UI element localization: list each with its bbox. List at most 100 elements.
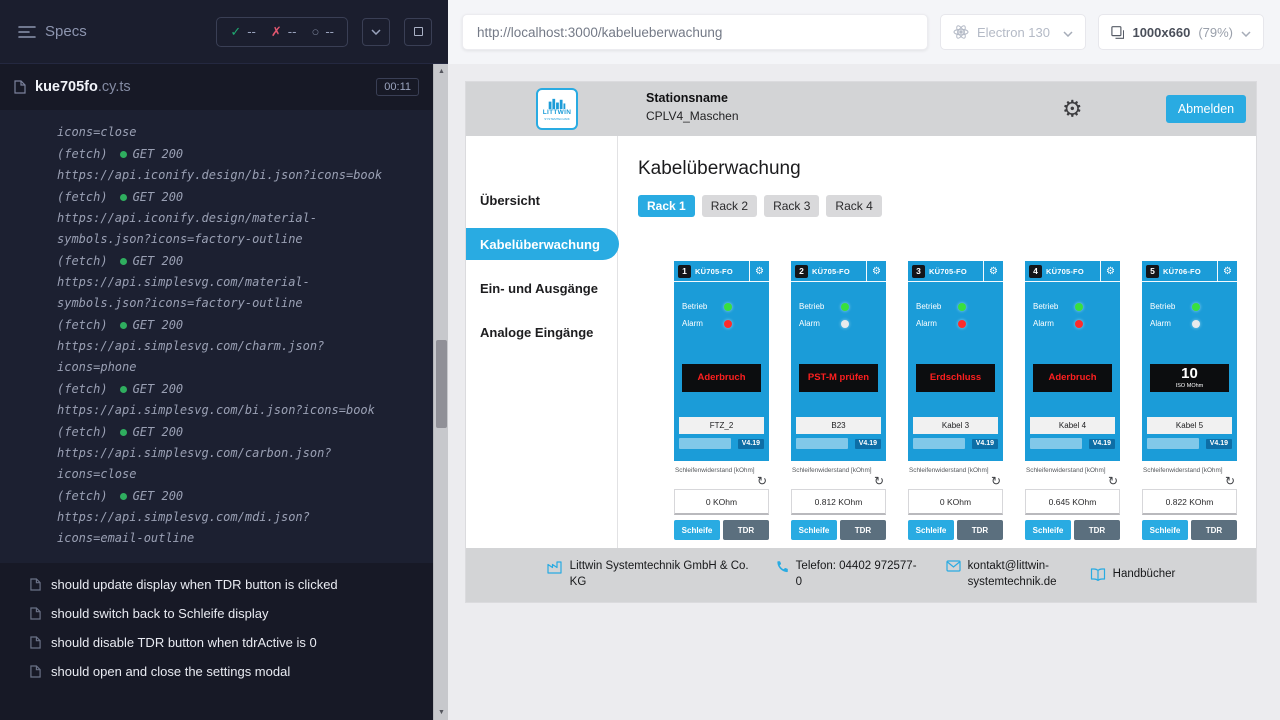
specs-menu[interactable]: Specs	[18, 23, 87, 40]
fetch-log-entry[interactable]: (fetch)GET 200 https://api.simplesvg.com…	[57, 315, 395, 378]
device-settings-button[interactable]: ⚙	[866, 261, 886, 282]
firmware-version: V4.19	[1089, 439, 1115, 449]
nav-item-kabelueberwachung[interactable]: Kabelüberwachung	[466, 228, 619, 260]
footer-email[interactable]: kontakt@littwin-systemtechnik.de	[946, 559, 1064, 590]
status-dot-icon	[120, 429, 127, 436]
tab-rack-1[interactable]: Rack 1	[638, 195, 695, 217]
device-settings-button[interactable]: ⚙	[1217, 261, 1237, 282]
version-input	[913, 438, 965, 449]
schleife-button[interactable]: Schleife	[791, 520, 837, 540]
status-text: 10	[1181, 366, 1198, 383]
fetch-log-entry[interactable]: (fetch)GET 200 https://api.simplesvg.com…	[57, 251, 395, 314]
collapse-button[interactable]	[362, 18, 390, 46]
fetch-status: GET 200	[133, 254, 184, 268]
tab-rack-3[interactable]: Rack 3	[764, 195, 819, 217]
test-icon	[30, 636, 41, 649]
test-item[interactable]: should update display when TDR button is…	[0, 570, 433, 599]
cable-name: Kabel 4	[1030, 417, 1115, 434]
scroll-up-icon[interactable]: ▲	[434, 64, 449, 79]
firmware-version: V4.19	[972, 439, 998, 449]
test-item[interactable]: should open and close the settings modal	[0, 657, 433, 686]
firmware-version: V4.19	[855, 439, 881, 449]
cypress-runner-panel: Specs ✓-- ✗-- ○-- kue705fo.cy.ts 00:11 i…	[0, 0, 448, 720]
schleife-button[interactable]: Schleife	[1142, 520, 1188, 540]
schleife-button[interactable]: Schleife	[908, 520, 954, 540]
fetch-log-entry[interactable]: (fetch)GET 200 https://api.simplesvg.com…	[57, 379, 395, 421]
nav-item-uebersicht[interactable]: Übersicht	[466, 184, 617, 216]
alarm-row: Alarm	[908, 319, 1003, 328]
alarm-led	[958, 320, 966, 328]
fetch-url: https://api.simplesvg.com/carbon.json?ic…	[57, 443, 395, 485]
footer-manuals[interactable]: Handbücher	[1090, 567, 1176, 583]
rack-tabs: Rack 1 Rack 2 Rack 3 Rack 4	[638, 195, 1256, 217]
panel-header: 1 KÜ705-FO ⚙	[674, 261, 769, 282]
email-icon	[946, 560, 961, 572]
test-item[interactable]: should switch back to Schleife display	[0, 599, 433, 628]
footer-phone[interactable]: Telefon: 04402 972577-0	[776, 559, 920, 590]
tdr-button[interactable]: TDR	[957, 520, 1003, 540]
aut-stage: LITTWIN SYSTEMTECHNIK Stationsname CPLV4…	[448, 64, 1280, 720]
fetch-url: https://api.simplesvg.com/charm.json?ico…	[57, 336, 395, 378]
nav-item-analoge-eingaenge[interactable]: Analoge Eingänge	[466, 316, 617, 348]
fetch-status: GET 200	[133, 382, 184, 396]
viewport-zoom: (79%)	[1198, 25, 1233, 40]
logo-subtext: SYSTEMTECHNIK	[544, 118, 570, 121]
refresh-icon[interactable]: ↻	[874, 474, 884, 488]
refresh-icon[interactable]: ↻	[991, 474, 1001, 488]
resistance-label: Schleifenwiderstand [kOhm]	[908, 467, 1003, 474]
spec-file-row[interactable]: kue705fo.cy.ts 00:11	[0, 64, 433, 110]
tdr-button[interactable]: TDR	[723, 520, 769, 540]
viewport-selector[interactable]: 1000x660 (79%)	[1098, 14, 1264, 50]
fetch-log-entry[interactable]: (fetch)GET 200 https://api.iconify.desig…	[57, 144, 395, 186]
browser-selector[interactable]: Electron 130	[940, 14, 1086, 50]
mode-buttons: Schleife TDR	[908, 520, 1003, 540]
status-text: Aderbruch	[697, 373, 745, 383]
betrieb-led	[841, 303, 849, 311]
fetch-log-entry[interactable]: (fetch)GET 200 https://api.simplesvg.com…	[57, 422, 395, 485]
status-text: Aderbruch	[1048, 373, 1096, 383]
fetch-url: https://api.simplesvg.com/mdi.json?icons…	[57, 507, 395, 549]
alarm-row: Alarm	[674, 319, 769, 328]
betrieb-row: Betrieb	[908, 302, 1003, 311]
device-settings-button[interactable]: ⚙	[1100, 261, 1120, 282]
fetch-label: (fetch)	[57, 147, 108, 161]
tdr-button[interactable]: TDR	[1191, 520, 1237, 540]
nav-item-ein-und-ausgaenge[interactable]: Ein- und Ausgänge	[466, 272, 617, 304]
fetch-log-entry[interactable]: (fetch)GET 200 https://api.simplesvg.com…	[57, 486, 395, 549]
device-settings-button[interactable]: ⚙	[749, 261, 769, 282]
betrieb-row: Betrieb	[674, 302, 769, 311]
status-unit: ISO MOhm	[1176, 383, 1204, 390]
settings-gear-button[interactable]: ⚙	[1062, 98, 1083, 121]
tab-rack-4[interactable]: Rack 4	[826, 195, 881, 217]
refresh-icon[interactable]: ↻	[757, 474, 767, 488]
runner-scrollbar[interactable]: ▲ ▼	[433, 64, 448, 720]
device-number-badge: 3	[912, 265, 925, 278]
logout-button[interactable]: Abmelden	[1166, 95, 1246, 123]
cable-name: FTZ_2	[679, 417, 764, 434]
fetch-status: GET 200	[133, 318, 184, 332]
alarm-label: Alarm	[1150, 319, 1178, 328]
scrollbar-thumb[interactable]	[436, 340, 447, 428]
schleife-button[interactable]: Schleife	[1025, 520, 1071, 540]
fetch-log-entry[interactable]: (fetch)GET 200 https://api.iconify.desig…	[57, 187, 395, 250]
tab-rack-2[interactable]: Rack 2	[702, 195, 757, 217]
version-row: V4.19	[1147, 437, 1232, 450]
alarm-label: Alarm	[682, 319, 710, 328]
fetch-label: (fetch)	[57, 489, 108, 503]
tdr-button[interactable]: TDR	[840, 520, 886, 540]
gear-icon: ⚙	[1223, 267, 1232, 277]
schleife-button[interactable]: Schleife	[674, 520, 720, 540]
scroll-down-icon[interactable]: ▼	[434, 705, 449, 720]
measurement-section: Schleifenwiderstand [kOhm] ↻ 0 KOhm Schl…	[908, 461, 1003, 540]
tdr-button[interactable]: TDR	[1074, 520, 1120, 540]
stop-button[interactable]	[404, 18, 432, 46]
email-text: kontakt@littwin-systemtechnik.de	[968, 559, 1064, 590]
refresh-icon[interactable]: ↻	[1225, 474, 1235, 488]
viewport-icon	[1111, 25, 1124, 40]
refresh-icon[interactable]: ↻	[1108, 474, 1118, 488]
test-item[interactable]: should disable TDR button when tdrActive…	[0, 628, 433, 657]
device-model: KÜ705-FO	[929, 267, 967, 276]
fetch-status: GET 200	[133, 190, 184, 204]
url-bar[interactable]: http://localhost:3000/kabelueberwachung	[462, 14, 928, 50]
device-settings-button[interactable]: ⚙	[983, 261, 1003, 282]
